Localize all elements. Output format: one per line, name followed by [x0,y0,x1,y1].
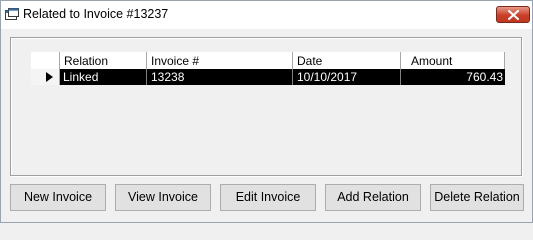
add-relation-button[interactable]: Add Relation [325,184,421,211]
dialog-window: Related to Invoice #13237 Relation Invoi… [0,0,533,223]
column-header-date[interactable]: Date [292,52,400,69]
grid-header: Relation Invoice # Date Amount [31,52,505,70]
column-header-amount[interactable]: Amount [400,52,505,69]
related-invoices-panel: Relation Invoice # Date Amount Linked 13… [10,37,522,176]
row-selector[interactable] [31,69,60,85]
close-button[interactable] [496,6,530,23]
column-header-invoice-number[interactable]: Invoice # [146,52,292,69]
cell-amount: 760.43 [400,69,505,85]
app-icon [5,8,19,21]
new-invoice-button[interactable]: New Invoice [10,184,106,211]
dialog-body: Relation Invoice # Date Amount Linked 13… [1,29,532,222]
edit-invoice-button[interactable]: Edit Invoice [220,184,316,211]
cell-relation: Linked [63,70,99,84]
close-icon [508,10,519,20]
window-title: Related to Invoice #13237 [23,7,169,21]
cell-date: 10/10/2017 [292,69,400,85]
current-row-arrow-icon [46,72,53,82]
table-row[interactable]: Linked 13238 10/10/2017 760.43 [31,69,505,85]
view-invoice-button[interactable]: View Invoice [115,184,211,211]
cell-invoice-number: 13238 [146,69,292,85]
delete-relation-button[interactable]: Delete Relation [430,184,524,211]
title-bar[interactable]: Related to Invoice #13237 [1,1,532,29]
column-header-relation[interactable]: Relation [59,52,146,69]
